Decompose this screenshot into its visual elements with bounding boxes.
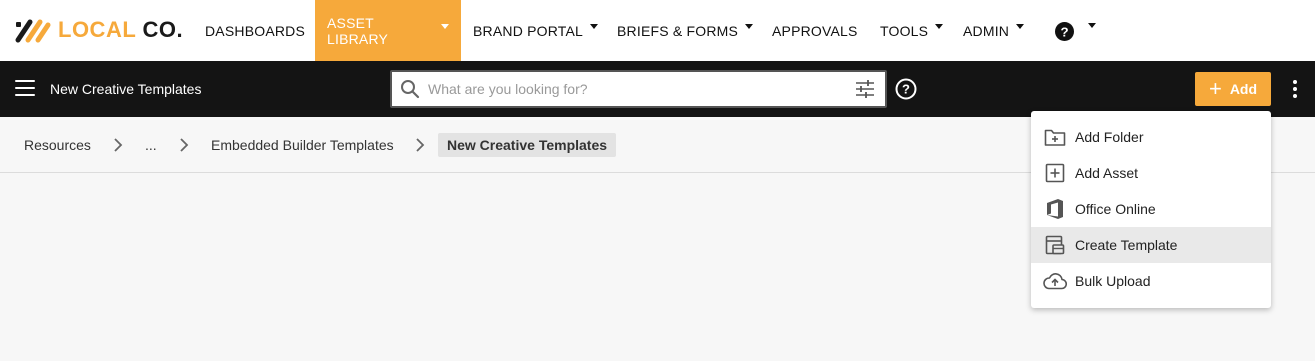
cloud-upload-icon [1043,269,1067,293]
nav-asset-library-label: ASSET LIBRARY [327,14,389,47]
menu-item-label: Add Folder [1075,129,1144,145]
svg-text:?: ? [1060,24,1068,39]
menu-item-office-online[interactable]: Office Online [1031,191,1271,227]
chevron-right-icon [180,138,189,152]
caret-down-icon [935,24,944,29]
help-menu[interactable]: ? [1055,22,1096,41]
search-icon [401,80,420,99]
chevron-right-icon [416,138,425,152]
add-button[interactable]: + Add [1195,72,1271,106]
office-icon [1043,197,1067,221]
search-input[interactable] [428,72,855,106]
add-dropdown-menu: Add Folder Add Asset Office Online Creat… [1031,111,1271,308]
nav-admin-label: ADMIN [963,22,1010,39]
hamburger-menu-icon[interactable] [15,80,35,96]
menu-item-label: Create Template [1075,237,1178,253]
nav-admin[interactable]: ADMIN [963,0,1025,61]
nav-briefs-forms-label: BRIEFS & FORMS [617,22,739,39]
logo-text: LOCAL CO. [58,17,184,42]
add-button-label: Add [1229,81,1258,97]
nav-approvals-label: APPROVALS [772,22,858,39]
search-box [390,70,887,108]
menu-item-add-folder[interactable]: Add Folder [1031,119,1271,155]
logo-mark-icon [15,19,51,43]
nav-asset-library[interactable]: ASSET LIBRARY [315,0,461,61]
caret-down-icon [441,24,449,29]
nav-tools-label: TOOLS [880,22,929,39]
page-title: New Creative Templates [50,81,202,97]
breadcrumb-item-ellipsis[interactable]: ... [145,117,157,173]
breadcrumb-item-resources[interactable]: Resources [24,117,91,173]
menu-item-label: Office Online [1075,201,1156,217]
square-plus-icon [1043,161,1067,185]
caret-down-icon [590,24,599,29]
more-options-icon[interactable] [1290,80,1300,98]
menu-item-label: Bulk Upload [1075,273,1151,289]
svg-text:?: ? [902,82,910,97]
menu-item-bulk-upload[interactable]: Bulk Upload [1031,263,1271,299]
nav-tools[interactable]: TOOLS [880,0,944,61]
caret-down-icon [1016,24,1025,29]
help-circle-icon[interactable]: ? [895,78,917,100]
plus-icon: + [1208,76,1222,101]
nav-dashboards[interactable]: DASHBOARDS [205,0,305,61]
template-icon [1043,233,1067,257]
menu-item-create-template[interactable]: Create Template [1031,227,1271,263]
question-circle-icon: ? [1055,22,1074,41]
breadcrumb-item-embedded-builder-templates[interactable]: Embedded Builder Templates [211,117,394,173]
menu-item-add-asset[interactable]: Add Asset [1031,155,1271,191]
chevron-right-icon [114,138,123,152]
nav-briefs-forms[interactable]: BRIEFS & FORMS [617,0,754,61]
toolbar: New Creative Templates ? + Add [0,61,1315,117]
menu-item-label: Add Asset [1075,165,1139,181]
logo[interactable]: LOCAL CO. [14,16,183,44]
breadcrumb-current: New Creative Templates [438,133,617,157]
top-navigation: LOCAL CO. DASHBOARDS ASSET LIBRARY BRAND… [0,0,1315,61]
caret-down-icon [1088,23,1096,28]
folder-plus-icon [1043,125,1067,149]
caret-down-icon [745,24,754,29]
nav-approvals[interactable]: APPROVALS [772,0,858,61]
nav-brand-portal[interactable]: BRAND PORTAL [473,0,599,61]
nav-brand-portal-label: BRAND PORTAL [473,22,584,39]
nav-dashboards-label: DASHBOARDS [205,22,306,39]
filter-sliders-icon[interactable] [855,80,875,98]
